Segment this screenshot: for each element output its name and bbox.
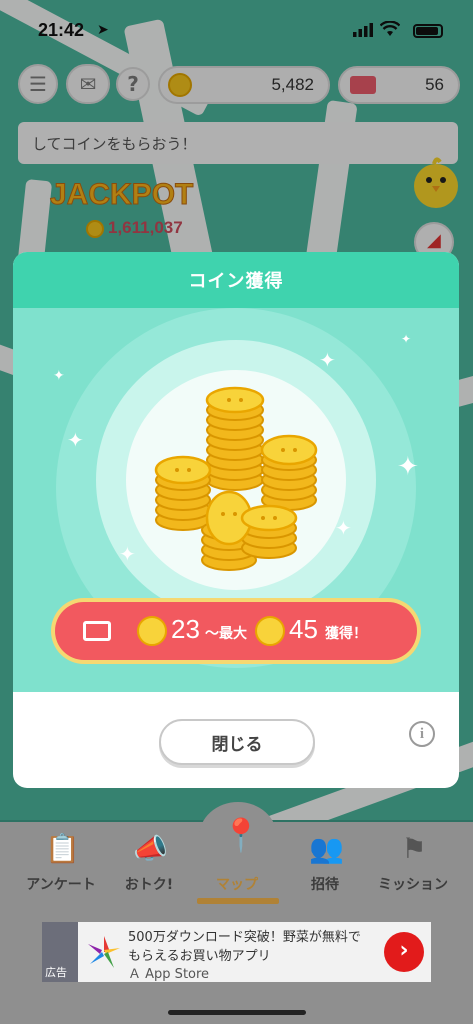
ad-go-button[interactable]: › <box>384 932 424 972</box>
ad-store: Ａ App Store <box>128 963 209 982</box>
reward-max: 45 <box>289 614 318 644</box>
reward-range-label: 〜最大 <box>205 626 247 642</box>
reward-suffix: 獲得！ <box>325 626 367 642</box>
sparkle-icon: ✦ <box>319 348 336 372</box>
close-button[interactable]: 閉じる <box>159 719 315 765</box>
sparkle-icon: ✦ <box>401 332 412 346</box>
app-store-icon: Ａ <box>128 967 142 982</box>
map-pin-icon: 📍 <box>221 816 261 854</box>
coin-icon <box>137 616 167 646</box>
nav-label: マップ <box>216 877 258 893</box>
megaphone-icon: 📣 <box>133 832 168 865</box>
video-icon <box>83 621 111 641</box>
app-logo-icon <box>88 936 120 968</box>
coin-pile-icon <box>154 386 318 571</box>
sparkle-icon: ✦ <box>397 452 419 482</box>
coin-icon <box>255 616 285 646</box>
sparkle-icon: ✦ <box>67 428 84 452</box>
ad-store-label: App Store <box>145 967 210 982</box>
ad-badge: 広告 <box>45 966 67 979</box>
clipboard-icon: 📋 <box>45 832 80 865</box>
coin-reward-dialog: コイン獲得 ✦ ✦ ✦ ✦ ✦ ✦ ✦ 23 〜最大 45 獲得！ 閉じる i <box>13 252 459 788</box>
nav-label: 招待 <box>311 877 339 893</box>
dialog-title: コイン獲得 <box>188 271 284 292</box>
info-icon[interactable]: i <box>409 721 435 747</box>
flag-icon: ⚑ <box>401 832 427 865</box>
ad-area: 広告 500万ダウンロード突破！野菜が無料で もらえるお買い物アプリ Ａ App… <box>0 914 473 1024</box>
nav-item-survey[interactable]: 📋 アンケート <box>14 822 108 914</box>
dialog-header: コイン獲得 <box>13 252 459 308</box>
sparkle-icon: ✦ <box>119 542 136 566</box>
people-icon: 👥 <box>309 832 344 865</box>
dialog-illustration: ✦ ✦ ✦ ✦ ✦ ✦ ✦ 23 〜最大 45 獲得！ <box>13 308 459 692</box>
home-indicator <box>168 1010 306 1015</box>
nav-item-invite[interactable]: 👥 招待 <box>278 822 372 914</box>
reward-min: 23 <box>171 614 200 644</box>
ad-banner[interactable]: 広告 500万ダウンロード突破！野菜が無料で もらえるお買い物アプリ Ａ App… <box>42 922 431 982</box>
ad-headline: 500万ダウンロード突破！野菜が無料で <box>128 930 361 945</box>
nav-label: おトク! <box>124 877 174 893</box>
ad-thumbnail: 広告 <box>42 922 78 982</box>
bottom-nav: 📋 アンケート 📣 おトク! 📍 マップ 👥 招待 ⚑ ミッション <box>0 802 473 914</box>
nav-label: ミッション <box>378 877 448 893</box>
nav-item-deals[interactable]: 📣 おトク! <box>102 822 196 914</box>
active-tab-indicator <box>197 898 279 904</box>
reward-watch-video-button[interactable]: 23 〜最大 45 獲得！ <box>51 598 421 664</box>
nav-item-mission[interactable]: ⚑ ミッション <box>366 822 460 914</box>
chevron-right-icon: › <box>399 938 409 963</box>
sparkle-icon: ✦ <box>335 516 352 540</box>
nav-label: アンケート <box>26 877 96 893</box>
ad-subline: もらえるお買い物アプリ <box>128 949 271 964</box>
sparkle-icon: ✦ <box>53 368 65 384</box>
